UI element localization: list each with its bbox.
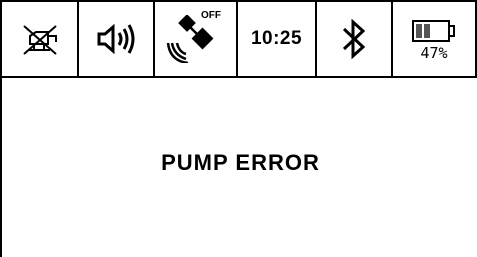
device-screen: OFF 10:25 47% PUMP ERROR [0, 0, 477, 257]
battery-segment [432, 24, 438, 38]
satellite-icon [166, 15, 213, 63]
status-cell-bluetooth [317, 2, 393, 76]
battery-segment [440, 24, 446, 38]
bluetooth-icon [342, 19, 366, 59]
status-cell-sound [79, 2, 155, 76]
gps-status-label: OFF [201, 10, 221, 21]
battery-icon [412, 20, 455, 42]
main-content: PUMP ERROR [0, 78, 477, 257]
status-cell-pump [2, 2, 79, 76]
error-message: PUMP ERROR [161, 150, 320, 175]
status-cell-battery: 47% [393, 2, 475, 76]
battery-percent: 47% [420, 44, 448, 62]
status-bar: OFF 10:25 47% [0, 0, 477, 78]
status-cell-gps: OFF [155, 2, 238, 76]
clock-time: 10:25 [250, 28, 303, 49]
crossed-pump-icon [22, 25, 57, 55]
battery-segment [416, 24, 422, 38]
speaker-sound-icon [97, 23, 135, 55]
battery-segment [424, 24, 430, 38]
status-cell-time: 10:25 [238, 2, 317, 76]
